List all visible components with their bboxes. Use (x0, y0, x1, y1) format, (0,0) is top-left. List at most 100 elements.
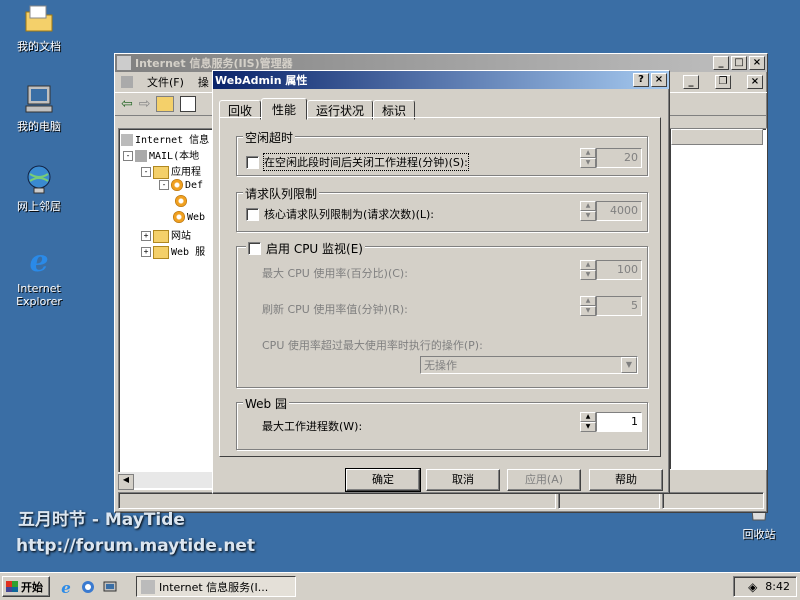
help-dialog-button[interactable]: 帮助 (589, 469, 663, 491)
queue-limit-checkbox-row[interactable]: 核心请求队列限制为(请求次数)(L): (246, 206, 434, 222)
iis-window-title: Internet 信息服务(IIS)管理器 (135, 57, 293, 70)
ok-button[interactable]: 确定 (345, 468, 421, 492)
cpu-action-label: CPU 使用率超过最大使用率时执行的操作(P): (262, 339, 483, 352)
column-header[interactable] (671, 129, 763, 145)
close-button[interactable]: × (749, 56, 765, 70)
collapse-icon[interactable]: - (123, 151, 133, 161)
tree-node-server[interactable]: - MAIL(本地 (123, 147, 199, 162)
cpu-action-select[interactable]: 无操作 ▼ (420, 356, 638, 374)
desktop-icon-my-computer[interactable]: 我的电脑 (0, 82, 78, 133)
max-cpu-label: 最大 CPU 使用率(百分比)(C): (262, 267, 408, 280)
desktop-icon-ie[interactable]: e Internet Explorer (0, 244, 78, 308)
cancel-button[interactable]: 取消 (426, 469, 500, 491)
close-button[interactable]: × (651, 73, 667, 87)
spin-down-icon[interactable]: ▼ (580, 306, 596, 316)
spin-down-icon[interactable]: ▼ (580, 422, 596, 432)
tree-node-websites[interactable]: + 网站 (141, 227, 191, 243)
webadmin-properties-dialog[interactable]: WebAdmin 属性 ? × 回收 性能 运行状况 标识 空闲超时 在空闲此段… (212, 70, 670, 494)
network-tray-icon[interactable]: ◈ (748, 580, 757, 594)
app-icon (175, 195, 187, 207)
cpu-monitoring-checkbox-row[interactable]: 启用 CPU 监视(E) (246, 240, 365, 257)
maximize-button[interactable]: □ (731, 56, 747, 70)
spin-down-icon[interactable]: ▼ (580, 211, 596, 221)
mdi-close-button[interactable]: × (747, 75, 763, 89)
mdi-restore-button[interactable]: ❐ (715, 75, 731, 89)
internet-explorer-quicklaunch-icon[interactable]: e (58, 579, 74, 595)
desktop-icon-label: 我的文档 (17, 40, 61, 53)
tree-node-iis-root[interactable]: Internet 信息 (121, 131, 209, 146)
queue-limit-checkbox[interactable] (246, 207, 259, 221)
spin-up-icon[interactable]: ▲ (580, 201, 596, 211)
menu-action[interactable]: 操 (198, 74, 209, 90)
desktop-icon-label: Internet Explorer (16, 282, 62, 308)
desktop-icon-my-documents[interactable]: 我的文档 (0, 2, 78, 53)
mdi-minimize-button[interactable]: _ (683, 75, 699, 89)
clock[interactable]: 8:42 (765, 580, 790, 593)
tree-node-app-pools[interactable]: - 应用程 (141, 163, 201, 179)
app-pool-icon (173, 211, 185, 223)
group-title: 空闲超时 (243, 129, 296, 146)
show-desktop-icon[interactable] (102, 579, 118, 595)
dialog-title-bar[interactable]: WebAdmin 属性 ? × (213, 71, 669, 89)
help-button[interactable]: ? (633, 73, 649, 87)
spin-up-icon[interactable]: ▲ (580, 260, 596, 270)
tree-node-web-service-ext[interactable]: + Web 服 (141, 243, 205, 259)
group-title: Web 园 (243, 395, 289, 412)
idle-timeout-checkbox-row[interactable]: 在空闲此段时间后关闭工作进程(分钟)(S): (246, 153, 469, 171)
collapse-icon[interactable]: - (159, 180, 169, 190)
refresh-cpu-value[interactable]: 5 (596, 296, 642, 316)
show-tree-icon[interactable] (180, 96, 197, 112)
menu-file[interactable]: 文件(F) (147, 74, 184, 90)
idle-timeout-value[interactable]: 20 (596, 148, 642, 168)
spin-up-icon[interactable]: ▲ (580, 412, 596, 422)
iis-status-bar (118, 492, 764, 509)
max-worker-processes-value[interactable]: 1 (596, 412, 642, 432)
spin-up-icon[interactable]: ▲ (580, 296, 596, 306)
iis-tree-pane[interactable]: Internet 信息 - MAIL(本地 - 应用程 - Def Web + 网站 +… (118, 128, 216, 490)
up-folder-icon[interactable] (156, 96, 175, 112)
apply-button[interactable]: 应用(A) (507, 469, 581, 491)
internet-explorer-icon: e (29, 244, 48, 278)
dialog-title: WebAdmin 属性 (215, 74, 308, 87)
spin-down-icon[interactable]: ▼ (580, 270, 596, 280)
desktop-icon-network[interactable]: 网上邻居 (0, 162, 78, 213)
forward-arrow-icon[interactable]: ⇨ (139, 96, 151, 112)
tree-node-label: Def (185, 180, 204, 191)
spin-down-icon[interactable]: ▼ (580, 158, 596, 168)
svg-text:e: e (61, 579, 71, 595)
tab-performance[interactable]: 性能 (261, 98, 308, 120)
max-worker-processes-label: 最大工作进程数(W): (262, 420, 363, 433)
watermark-url: http://forum.maytide.net (16, 536, 256, 556)
taskbar-item-iis[interactable]: Internet 信息服务(I... (136, 576, 296, 597)
back-arrow-icon[interactable]: ⇦ (121, 96, 133, 112)
outlook-express-quicklaunch-icon[interactable] (80, 579, 96, 595)
queue-limit-spinner[interactable]: ▲ ▼ 4000 (580, 201, 642, 221)
idle-timeout-spinner[interactable]: ▲ ▼ 20 (580, 148, 642, 168)
tree-node-default-app[interactable] (175, 195, 189, 207)
iis-content-pane[interactable] (669, 128, 767, 470)
tree-node-label: 应用程 (171, 167, 201, 178)
idle-timeout-checkbox[interactable] (246, 155, 259, 169)
max-worker-processes-spinner[interactable]: ▲ ▼ 1 (580, 412, 642, 432)
max-cpu-spinner[interactable]: ▲ ▼ 100 (580, 260, 642, 280)
minimize-button[interactable]: _ (713, 56, 729, 70)
tree-horizontal-scrollbar[interactable]: ◀ (118, 472, 218, 490)
expand-icon[interactable]: + (141, 247, 151, 257)
spin-up-icon[interactable]: ▲ (580, 148, 596, 158)
collapse-icon[interactable]: - (141, 167, 151, 177)
queue-limit-label: 核心请求队列限制为(请求次数)(L): (264, 208, 434, 221)
scroll-left-icon[interactable]: ◀ (118, 474, 134, 490)
refresh-cpu-spinner[interactable]: ▲ ▼ 5 (580, 296, 642, 316)
tree-node-webadmin[interactable]: Web (173, 211, 205, 223)
chevron-down-icon[interactable]: ▼ (621, 357, 637, 373)
tree-node-default-pool[interactable]: - Def (159, 179, 203, 191)
performance-tab-page: 空闲超时 在空闲此段时间后关闭工作进程(分钟)(S): ▲ ▼ 20 请求队列限制… (219, 117, 661, 457)
expand-icon[interactable]: + (141, 231, 151, 241)
max-cpu-value[interactable]: 100 (596, 260, 642, 280)
tab-strip: 回收 性能 运行状况 标识 (219, 98, 416, 120)
start-button[interactable]: 开始 (2, 576, 50, 597)
status-panel (558, 492, 660, 509)
queue-limit-value[interactable]: 4000 (596, 201, 642, 221)
cpu-monitoring-checkbox[interactable] (248, 242, 261, 255)
desktop-icon-label: 回收站 (742, 528, 776, 541)
